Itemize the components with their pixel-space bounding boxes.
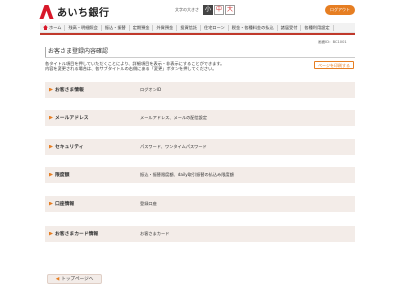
- page-title-box: お客さま登録内容確認: [45, 47, 355, 58]
- page-title: お客さま登録内容確認: [45, 47, 355, 57]
- section-customer-info[interactable]: お客さま情報 ログオンID: [45, 82, 355, 98]
- nav-item-foreign-deposit[interactable]: 外貨預金: [153, 24, 178, 31]
- section-card[interactable]: お客さまカード情報 お客さまカード: [45, 226, 355, 242]
- expand-arrow-icon: [49, 144, 53, 149]
- bank-logo-icon: [39, 4, 54, 19]
- section-value: メールアドレス、メールの配信設定: [140, 115, 208, 120]
- expand-arrow-icon: [49, 231, 53, 236]
- back-to-top-label: トップページへ: [61, 277, 94, 282]
- bank-name: あいち銀行: [57, 8, 110, 19]
- font-size-medium-button[interactable]: 中: [214, 5, 224, 15]
- section-security[interactable]: セキュリティ パスワード、ワンタイムパスワード: [45, 139, 355, 155]
- nav-item-home[interactable]: ホーム: [40, 24, 66, 31]
- section-limit[interactable]: 限度額 振込・振替限度額、daily取引振替の払込み限度額: [45, 167, 355, 183]
- expand-arrow-icon: [49, 201, 53, 206]
- nav-item-tax-payment[interactable]: 税金・各種料金の払込: [229, 24, 278, 31]
- logout-button[interactable]: ログアウト: [325, 5, 355, 15]
- section-value: お客さまカード: [140, 231, 170, 236]
- expand-arrow-icon: [49, 115, 53, 120]
- section-title: お客さまカード情報: [55, 232, 99, 237]
- nav-item-balance[interactable]: 残高・明細照会: [65, 24, 102, 31]
- description-line-2: 内容を変更される場合は、各サブタイトルの右側にある「変更」ボタンを押してください…: [45, 66, 217, 71]
- left-arrow-icon: ◀: [55, 277, 60, 282]
- nav-divider: [40, 33, 355, 35]
- print-page-button[interactable]: ページを印刷する: [314, 61, 354, 69]
- section-title: セキュリティ: [55, 145, 84, 150]
- section-title: お客さま情報: [55, 88, 84, 93]
- back-to-top-button[interactable]: ◀ トップページへ: [47, 274, 102, 284]
- section-value: ログオンID: [140, 87, 162, 92]
- nav-item-investment-trust[interactable]: 投資信託: [177, 24, 202, 31]
- section-value: 振込・振替限度額、daily取引振替の払込み限度額: [140, 172, 234, 177]
- header: あいち銀行 文字の大きさ 小 中 大 ログアウト: [0, 0, 400, 22]
- home-icon: [43, 25, 48, 30]
- section-account[interactable]: 口座情報 登録口座: [45, 196, 355, 212]
- nav-item-notifications[interactable]: 諸届受付: [278, 24, 302, 31]
- section-title: 限度額: [55, 173, 70, 178]
- font-size-label: 文字の大きさ: [175, 7, 199, 12]
- nav-item-label: ホーム: [49, 24, 62, 30]
- bank-logo[interactable]: あいち銀行: [39, 4, 110, 19]
- section-title: 口座情報: [55, 202, 75, 207]
- nav-item-housing-loan[interactable]: 住宅ローン: [201, 24, 229, 31]
- nav-item-time-deposit[interactable]: 定期預金: [130, 24, 154, 31]
- section-value: パスワード、ワンタイムパスワード: [140, 144, 207, 149]
- expand-arrow-icon: [49, 87, 53, 92]
- font-size-large-button[interactable]: 大: [225, 5, 235, 15]
- font-size-selector: 文字の大きさ 小 中 大: [175, 5, 236, 15]
- section-title: メールアドレス: [55, 116, 89, 121]
- screen-id: 画面ID：BC1001: [318, 40, 347, 44]
- expand-arrow-icon: [49, 172, 53, 177]
- font-size-small-button[interactable]: 小: [203, 5, 213, 15]
- section-email[interactable]: メールアドレス メールアドレス、メールの配信設定: [45, 110, 355, 126]
- nav-item-transfer[interactable]: 振込・振替: [102, 24, 130, 31]
- nav-item-settings[interactable]: 各種利用設定: [301, 24, 334, 31]
- global-nav: ホーム 残高・明細照会 振込・振替 定期預金 外貨預金 投資信託 住宅ローン 税…: [40, 23, 355, 33]
- section-value: 登録口座: [140, 201, 157, 206]
